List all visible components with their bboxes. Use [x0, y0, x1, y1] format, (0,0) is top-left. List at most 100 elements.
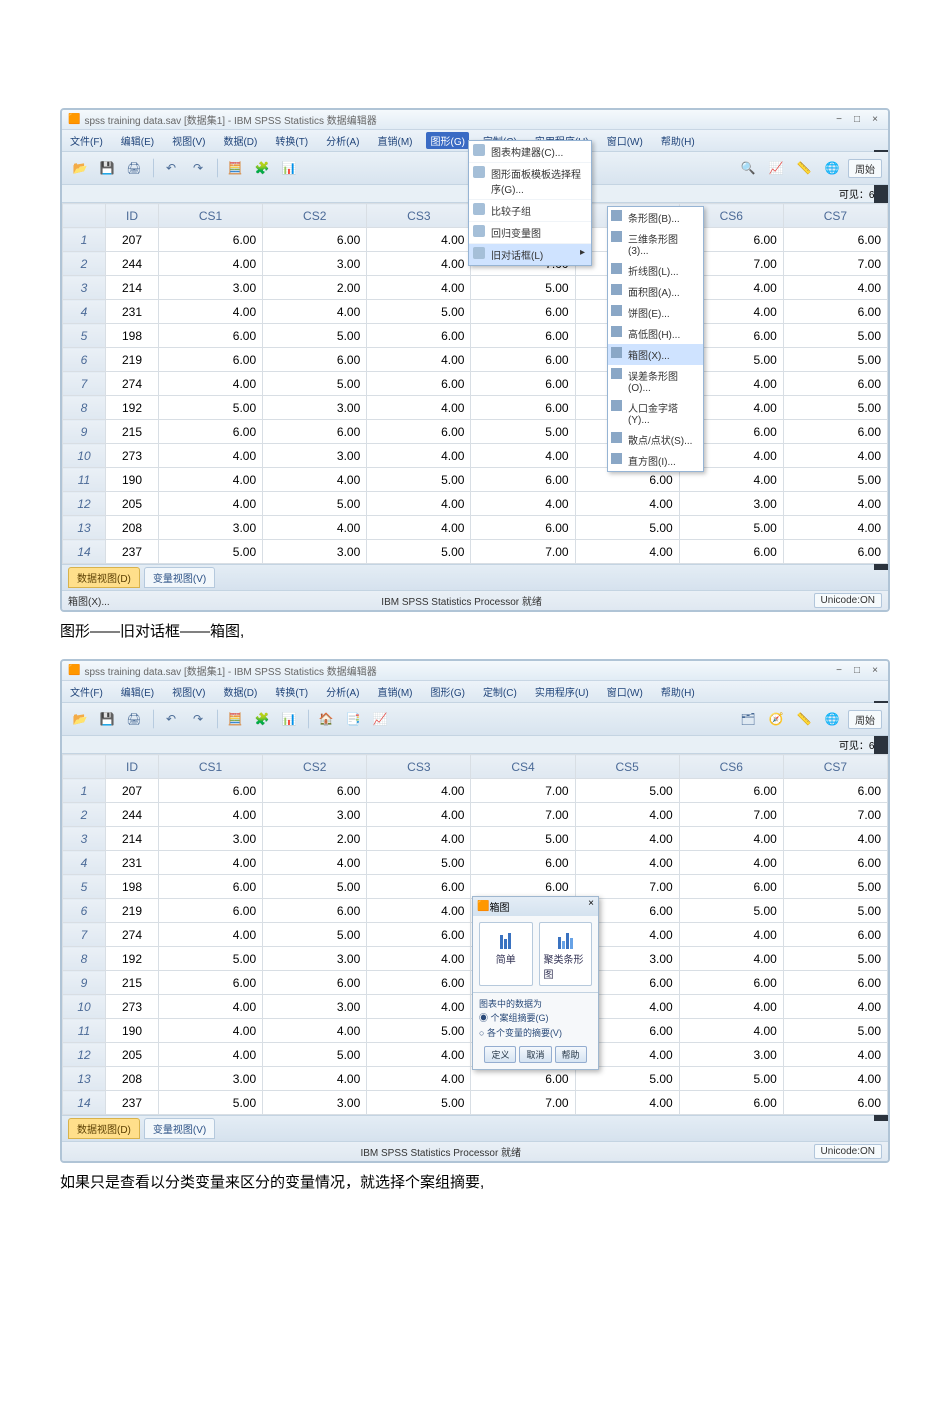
row-header[interactable]: 8 [63, 947, 106, 971]
data-cell[interactable]: 6.00 [367, 971, 471, 995]
data-cell[interactable]: 4.00 [783, 1067, 887, 1091]
help-button[interactable]: 帮助 [555, 1046, 587, 1063]
data-cell[interactable]: 5.00 [367, 1091, 471, 1115]
menu-item[interactable]: 窗口(W) [603, 132, 647, 149]
data-cell[interactable]: 5.00 [471, 420, 575, 444]
data-cell[interactable]: 6.00 [263, 971, 367, 995]
data-cell[interactable]: 231 [106, 300, 159, 324]
data-cell[interactable]: 190 [106, 468, 159, 492]
data-cell[interactable]: 6.00 [783, 923, 887, 947]
data-cell[interactable]: 4.00 [263, 1019, 367, 1043]
row-header[interactable]: 9 [63, 420, 106, 444]
submenu-item[interactable]: 散点/点状(S)... [608, 429, 703, 450]
close-button[interactable]: × [868, 113, 882, 127]
column-header[interactable]: CS7 [783, 755, 887, 779]
data-cell[interactable]: 5.00 [471, 827, 575, 851]
data-cell[interactable]: 4.00 [679, 827, 783, 851]
data-cell[interactable]: 6.00 [679, 540, 783, 564]
data-cell[interactable]: 215 [106, 420, 159, 444]
save-icon[interactable]: 💾 [95, 707, 119, 731]
data-cell[interactable]: 4.00 [159, 468, 263, 492]
chart-icon[interactable]: 🧮 [223, 156, 247, 180]
data-cell[interactable]: 192 [106, 947, 159, 971]
row-header[interactable]: 13 [63, 1067, 106, 1091]
data-cell[interactable]: 4.00 [367, 995, 471, 1019]
ruler-icon[interactable]: 📏 [792, 707, 816, 731]
data-cell[interactable]: 6.00 [471, 468, 575, 492]
menu-item[interactable]: 帮助(H) [657, 683, 699, 700]
globe-icon[interactable]: 🌐 [820, 156, 844, 180]
globe-icon[interactable]: 🌐 [820, 707, 844, 731]
data-cell[interactable]: 231 [106, 851, 159, 875]
undo-icon[interactable]: ↶ [159, 707, 183, 731]
data-cell[interactable]: 4.00 [783, 827, 887, 851]
data-cell[interactable]: 4.00 [159, 1019, 263, 1043]
data-cell[interactable]: 6.00 [159, 971, 263, 995]
data-cell[interactable]: 4.00 [367, 252, 471, 276]
data-cell[interactable]: 4.00 [679, 995, 783, 1019]
data-cell[interactable]: 5.00 [783, 324, 887, 348]
data-cell[interactable]: 6.00 [783, 540, 887, 564]
data-cell[interactable]: 4.00 [367, 348, 471, 372]
column-header[interactable]: ID [106, 755, 159, 779]
data-cell[interactable]: 4.00 [263, 1067, 367, 1091]
data-cell[interactable]: 5.00 [159, 1091, 263, 1115]
data-cell[interactable]: 4.00 [159, 995, 263, 1019]
minimize-button[interactable]: − [832, 664, 846, 678]
data-cell[interactable]: 6.00 [159, 875, 263, 899]
data-cell[interactable]: 7.00 [471, 1091, 575, 1115]
data-cell[interactable]: 5.00 [575, 1067, 679, 1091]
data-cell[interactable]: 6.00 [367, 875, 471, 899]
data-cell[interactable]: 214 [106, 276, 159, 300]
submenu-item[interactable]: 折线图(L)... [608, 260, 703, 281]
data-cell[interactable]: 4.00 [367, 492, 471, 516]
data-cell[interactable]: 4.00 [263, 516, 367, 540]
data-cell[interactable]: 6.00 [367, 324, 471, 348]
data-cell[interactable]: 4.00 [575, 492, 679, 516]
data-cell[interactable]: 5.00 [263, 492, 367, 516]
data-cell[interactable]: 7.00 [471, 803, 575, 827]
data-cell[interactable]: 4.00 [367, 779, 471, 803]
data-cell[interactable]: 6.00 [263, 228, 367, 252]
data-cell[interactable]: 7.00 [783, 803, 887, 827]
data-cell[interactable]: 5.00 [783, 1019, 887, 1043]
data-cell[interactable]: 6.00 [471, 516, 575, 540]
data-cell[interactable]: 190 [106, 1019, 159, 1043]
menu-item[interactable]: 直销(M) [373, 132, 416, 149]
data-cell[interactable]: 5.00 [263, 875, 367, 899]
column-header[interactable]: CS4 [471, 755, 575, 779]
data-cell[interactable]: 5.00 [367, 1019, 471, 1043]
data-cell[interactable]: 6.00 [367, 420, 471, 444]
data-cell[interactable]: 6.00 [471, 300, 575, 324]
row-header[interactable]: 12 [63, 1043, 106, 1067]
data-cell[interactable]: 6.00 [679, 779, 783, 803]
data-cell[interactable]: 7.00 [471, 779, 575, 803]
menu-item[interactable]: 数据(D) [219, 683, 261, 700]
row-header[interactable]: 2 [63, 252, 106, 276]
column-header[interactable]: CS1 [159, 755, 263, 779]
data-cell[interactable]: 4.00 [159, 1043, 263, 1067]
data-cell[interactable]: 4.00 [159, 851, 263, 875]
row-header[interactable]: 14 [63, 1091, 106, 1115]
data-cell[interactable]: 4.00 [783, 276, 887, 300]
open-icon[interactable]: 📂 [68, 156, 92, 180]
menu-item[interactable]: 实用程序(U) [531, 683, 593, 700]
chart3-icon[interactable]: 📈 [368, 707, 392, 731]
row-header[interactable]: 14 [63, 540, 106, 564]
data-cell[interactable]: 6.00 [471, 372, 575, 396]
data-cell[interactable]: 214 [106, 827, 159, 851]
data-cell[interactable]: 6.00 [471, 396, 575, 420]
compute-icon[interactable]: 🧩 [250, 156, 274, 180]
data-cell[interactable]: 5.00 [679, 899, 783, 923]
data-cell[interactable]: 6.00 [471, 324, 575, 348]
data-cell[interactable]: 6.00 [783, 300, 887, 324]
data-cell[interactable]: 6.00 [471, 851, 575, 875]
data-cell[interactable]: 3.00 [159, 516, 263, 540]
menu-item[interactable]: 编辑(E) [117, 683, 158, 700]
row-header[interactable]: 13 [63, 516, 106, 540]
data-cell[interactable]: 4.00 [679, 923, 783, 947]
menu-item[interactable]: 视图(V) [168, 132, 209, 149]
data-cell[interactable]: 2.00 [263, 827, 367, 851]
data-cell[interactable]: 4.00 [159, 803, 263, 827]
row-header[interactable]: 4 [63, 300, 106, 324]
